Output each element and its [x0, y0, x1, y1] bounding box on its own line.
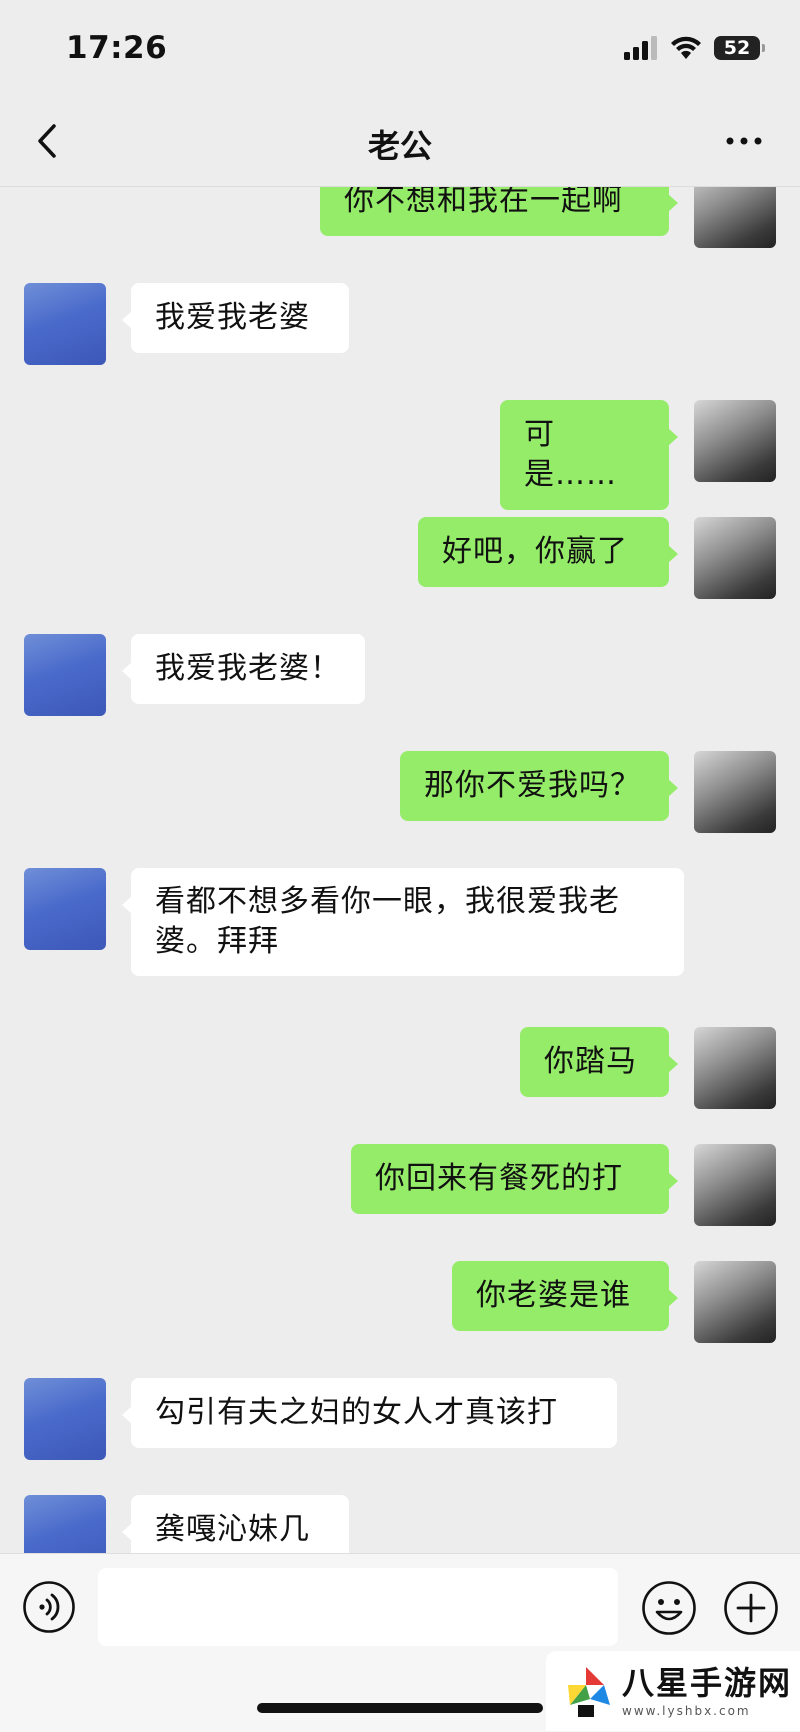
emoji-icon[interactable]: [641, 1580, 697, 1636]
message-bubble-incoming[interactable]: 龚嘎沁妹几: [122, 1495, 349, 1553]
signal-icon: [624, 36, 657, 60]
avatar-self[interactable]: [694, 400, 776, 482]
message-bubble-outgoing[interactable]: 你老婆是谁: [452, 1261, 678, 1331]
message-bubble-outgoing[interactable]: 那你不爱我吗？: [400, 751, 678, 821]
message-bubble-outgoing[interactable]: 好吧，你赢了: [418, 517, 678, 587]
message-input[interactable]: [98, 1568, 618, 1646]
battery-indicator: 52: [714, 36, 765, 60]
chat-title: 老公: [367, 127, 432, 165]
message-list[interactable]: 你不想和我在一起啊 我爱我老婆 可是…… 好吧，你赢了 我爱我老婆！ 那你不爱我…: [0, 187, 800, 1553]
message-bubble-incoming[interactable]: 勾引有夫之妇的女人才真该打: [122, 1378, 617, 1448]
message-bubble-incoming[interactable]: 我爱我老婆！: [122, 634, 365, 704]
more-dots-icon[interactable]: [722, 126, 766, 156]
avatar-self[interactable]: [694, 1144, 776, 1226]
avatar-contact[interactable]: [24, 1378, 106, 1460]
chat-header: 老公: [0, 96, 800, 187]
wifi-icon: [671, 36, 701, 59]
watermark-title: 八星手游网: [622, 1664, 793, 1702]
avatar-contact[interactable]: [24, 634, 106, 716]
avatar-self[interactable]: [694, 1027, 776, 1109]
avatar-self[interactable]: [694, 751, 776, 833]
home-indicator: [257, 1703, 543, 1713]
message-bubble-incoming[interactable]: 我爱我老婆: [122, 283, 349, 353]
message-bubble-outgoing[interactable]: 你踏马: [520, 1027, 678, 1097]
message-bubble-outgoing[interactable]: 可是……: [500, 400, 678, 510]
watermark-url: www.lyshbx.com: [622, 1704, 751, 1718]
message-bubble-outgoing[interactable]: 你回来有餐死的打: [351, 1144, 678, 1214]
message-bubble-incoming[interactable]: 看都不想多看你一眼，我很爱我老婆。拜拜: [122, 868, 684, 976]
voice-icon[interactable]: [22, 1580, 76, 1634]
message-bubble-outgoing[interactable]: 你不想和我在一起啊: [320, 187, 678, 236]
watermark-text: 八星手游网 www.lyshbx.com: [622, 1663, 792, 1719]
site-watermark: 八星手游网 www.lyshbx.com: [546, 1651, 800, 1731]
avatar-contact[interactable]: [24, 283, 106, 365]
status-icons: 52: [624, 36, 765, 60]
avatar-self[interactable]: [694, 187, 776, 248]
status-time: 17:26: [66, 30, 168, 66]
avatar-contact[interactable]: [24, 868, 106, 950]
status-bar: 17:26 52: [0, 0, 800, 96]
avatar-self[interactable]: [694, 517, 776, 599]
avatar-contact[interactable]: [24, 1495, 106, 1553]
avatar-self[interactable]: [694, 1261, 776, 1343]
plus-icon[interactable]: [723, 1580, 779, 1636]
watermark-logo-icon: [568, 1667, 610, 1717]
